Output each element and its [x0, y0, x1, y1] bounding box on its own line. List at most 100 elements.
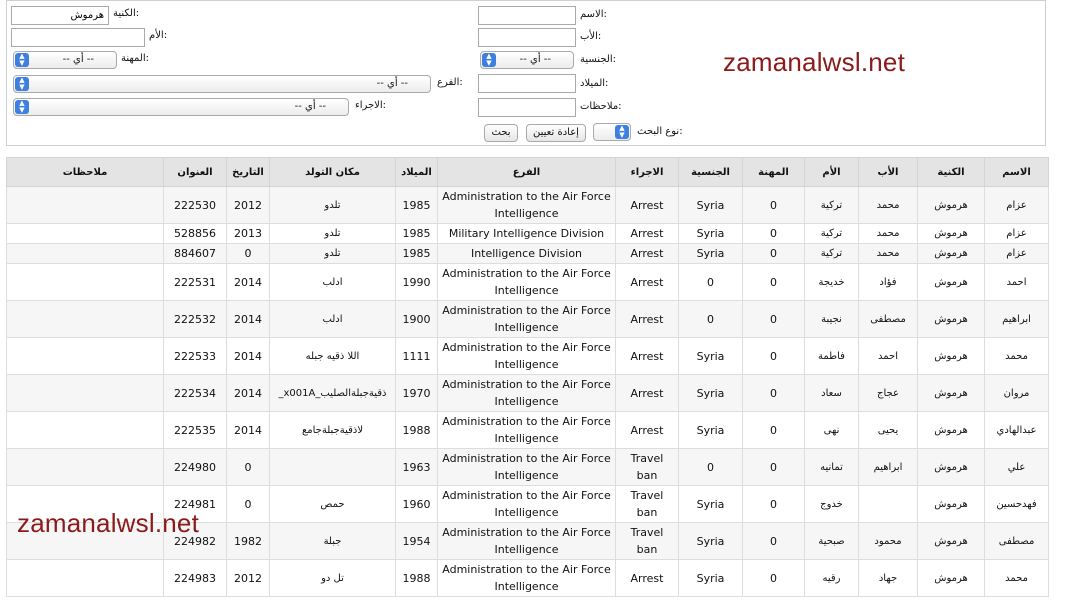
- cell-birth: 1900: [395, 300, 438, 338]
- cell-surname: هرموش: [917, 223, 985, 244]
- cell-date: 2014: [226, 300, 270, 338]
- cell-surname: هرموش: [917, 485, 985, 523]
- cell-mother: نهى: [804, 411, 859, 449]
- cell-notes: [6, 300, 164, 338]
- col-name[interactable]: الاسم: [984, 157, 1049, 187]
- col-surname[interactable]: الكنية: [917, 157, 985, 187]
- chevron-updown-icon: ▲ ▼: [615, 125, 629, 139]
- cell-notes: [6, 243, 164, 264]
- notes-input[interactable]: [478, 98, 576, 117]
- cell-action: Arrest: [615, 263, 679, 301]
- col-branch[interactable]: الفرع: [437, 157, 616, 187]
- cell-notes: [6, 411, 164, 449]
- cell-action: Arrest: [615, 411, 679, 449]
- cell-date: 0: [226, 243, 270, 264]
- surname-label: الكنية:: [113, 8, 140, 19]
- branch-select-value: -- أي --: [376, 78, 408, 89]
- cell-profession: 0: [742, 559, 805, 597]
- name-input[interactable]: [478, 6, 576, 25]
- cell-father: محمود: [858, 522, 918, 560]
- cell-mother: سعاد: [804, 374, 859, 412]
- cell-birth: 1988: [395, 559, 438, 597]
- cell-action: Arrest: [615, 559, 679, 597]
- cell-branch: Administration to the Air Force Intellig…: [437, 186, 616, 224]
- branch-select[interactable]: -- أي -- ▲ ▼: [13, 75, 431, 93]
- cell-name: فهدحسين: [984, 485, 1049, 523]
- table-row: 884607 0 تلدو 1985 Intelligence Division Arre…: [6, 243, 1049, 264]
- cell-action: Travel ban: [615, 448, 679, 486]
- chevron-updown-icon: ▲ ▼: [15, 77, 29, 91]
- cell-surname: هرموش: [917, 186, 985, 224]
- search-type-select[interactable]: و ▲▼: [593, 123, 631, 141]
- cell-surname: هرموش: [917, 263, 985, 301]
- cell-surname: هرموش: [917, 300, 985, 338]
- cell-birth: 1990: [395, 263, 438, 301]
- col-profession[interactable]: المهنة: [742, 157, 805, 187]
- table-row: 222531 2014 ادلب 1990 Administration to the …: [6, 263, 1049, 301]
- name-label: الاسم:: [580, 9, 607, 20]
- chevron-updown-icon: ▲ ▼: [482, 53, 496, 67]
- cell-profession: 0: [742, 485, 805, 523]
- mother-input[interactable]: [11, 28, 145, 47]
- col-father[interactable]: الأب: [858, 157, 918, 187]
- cell-father: محمد: [858, 186, 918, 224]
- cell-mother: صبحية: [804, 522, 859, 560]
- father-label: الأب:: [580, 31, 602, 42]
- col-birthplace[interactable]: مكان التولد: [269, 157, 396, 187]
- cell-name: عزام: [984, 186, 1049, 224]
- cell-nationality: Syria: [678, 522, 743, 560]
- col-date[interactable]: التاريخ: [226, 157, 270, 187]
- reset-button[interactable]: إعادة تعيين: [526, 124, 586, 142]
- cell-branch: Military Intelligence Division: [437, 223, 616, 244]
- col-mother[interactable]: الأم: [804, 157, 859, 187]
- cell-nationality: Syria: [678, 186, 743, 224]
- cell-nationality: Syria: [678, 337, 743, 375]
- col-address[interactable]: العنوان: [163, 157, 227, 187]
- action-select[interactable]: -- أي -- ▲ ▼: [13, 98, 349, 116]
- search-button[interactable]: بحث: [484, 124, 518, 142]
- cell-notes: [6, 448, 164, 486]
- cell-nationality: Syria: [678, 485, 743, 523]
- cell-mother: فاطمة: [804, 337, 859, 375]
- profession-select-value: -- أي --: [62, 54, 94, 65]
- col-notes[interactable]: ملاحظات: [6, 157, 164, 187]
- cell-birthplace: جبلة: [269, 522, 396, 560]
- col-birth[interactable]: الميلاد: [395, 157, 438, 187]
- cell-date: 2014: [226, 411, 270, 449]
- col-nationality[interactable]: الجنسية: [678, 157, 743, 187]
- cell-birthplace: _x001A_ذقيةجبلةالصليب: [269, 374, 396, 412]
- cell-birthplace: تلدو: [269, 243, 396, 264]
- cell-notes: [6, 374, 164, 412]
- cell-profession: 0: [742, 186, 805, 224]
- cell-mother: تركية: [804, 186, 859, 224]
- cell-surname: هرموش: [917, 374, 985, 412]
- cell-mother: نجيبة: [804, 300, 859, 338]
- nationality-select[interactable]: -- أي -- ▲ ▼: [480, 51, 574, 69]
- father-input[interactable]: [478, 28, 576, 47]
- cell-profession: 0: [742, 243, 805, 264]
- cell-birthplace: اللا ذقيه جبله: [269, 337, 396, 375]
- cell-date: 2014: [226, 337, 270, 375]
- cell-profession: 0: [742, 522, 805, 560]
- cell-name: محمد: [984, 559, 1049, 597]
- cell-branch: Intelligence Division: [437, 243, 616, 264]
- cell-father: مصطفى: [858, 300, 918, 338]
- profession-select[interactable]: -- أي -- ▲ ▼: [13, 51, 117, 69]
- cell-date: 2014: [226, 263, 270, 301]
- cell-action: Travel ban: [615, 485, 679, 523]
- cell-date: 2012: [226, 186, 270, 224]
- birth-input[interactable]: [478, 74, 576, 93]
- surname-input[interactable]: [11, 6, 109, 25]
- cell-profession: 0: [742, 263, 805, 301]
- cell-date: 2013: [226, 223, 270, 244]
- birth-label: الميلاد:: [580, 78, 609, 89]
- table-header-row: ملاحظات العنوان التاريخ مكان التولد المي…: [6, 157, 1049, 187]
- cell-address: 224983: [163, 559, 227, 597]
- table-row: 222532 2014 ادلب 1900 Administration to the …: [6, 300, 1049, 338]
- col-action[interactable]: الاجراء: [615, 157, 679, 187]
- table-row: 222533 2014 اللا ذقيه جبله 1111 Administrati…: [6, 337, 1049, 375]
- cell-address: 222530: [163, 186, 227, 224]
- watermark-bottom: zamanalwsl.net: [17, 508, 199, 538]
- cell-branch: Administration to the Air Force Intellig…: [437, 411, 616, 449]
- cell-father: محمد: [858, 223, 918, 244]
